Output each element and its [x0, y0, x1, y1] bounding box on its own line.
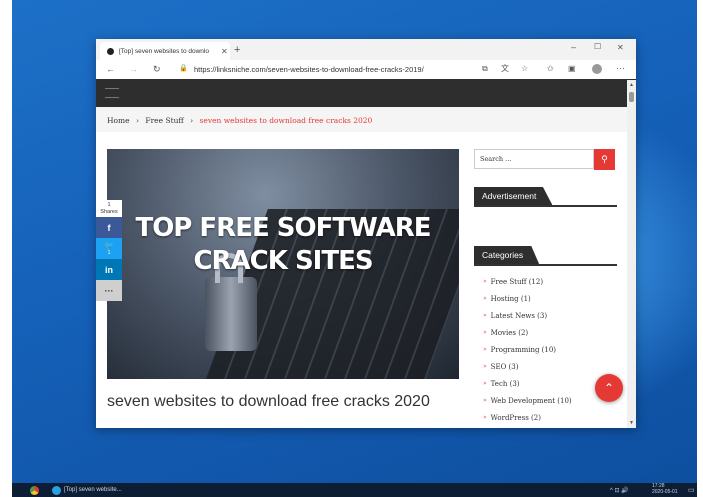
site-favicon-icon	[107, 47, 114, 55]
chevron-right-icon: »	[483, 329, 487, 336]
system-tray-icons[interactable]: ^ ⊡ 🔊	[610, 485, 629, 495]
maximize-icon[interactable]: ☐	[594, 43, 601, 51]
breadcrumb-home[interactable]: Home	[107, 116, 130, 125]
taskbar-window-button[interactable]: [Top] seven website...	[52, 485, 122, 495]
chevron-right-icon: »	[483, 312, 487, 319]
url-field[interactable]: https://linksniche.com/seven-websites-to…	[194, 65, 424, 74]
clock-date: 2020-05-01	[652, 489, 678, 495]
breadcrumb-current: seven websites to download free cracks 2…	[199, 116, 373, 125]
chevron-right-icon: »	[483, 363, 487, 370]
post-title: seven websites to download free cracks 2…	[107, 393, 430, 410]
chrome-taskbar-icon[interactable]	[30, 485, 39, 495]
refresh-icon[interactable]: ↻	[153, 65, 161, 74]
search-button[interactable]: ⚲	[594, 149, 615, 170]
category-item[interactable]: » Free Stuff (12)	[474, 273, 617, 290]
hero-title-line1: TOP FREE SOFTWARE	[135, 213, 431, 243]
more-dots-icon: ···	[104, 285, 114, 296]
category-item[interactable]: » Hosting (1)	[474, 290, 617, 307]
share-label: Shares	[100, 208, 118, 215]
back-icon[interactable]: ←	[106, 65, 115, 74]
facebook-share-button[interactable]: f	[96, 217, 122, 239]
category-item[interactable]: » Latest News (3)	[474, 307, 617, 324]
share-bar: 1 Shares f 🐦 1 in ···	[96, 200, 122, 302]
translate-icon[interactable]: 文	[501, 65, 509, 73]
scroll-up-arrow-icon[interactable]: ▲	[629, 82, 634, 88]
browser-tab[interactable]: [Top] seven websites to downlo ✕	[100, 42, 230, 60]
category-item[interactable]: » Web Development (10)	[474, 392, 617, 409]
search-widget: Search ... ⚲	[474, 149, 617, 171]
chevron-right-icon: »	[483, 346, 487, 353]
twitter-share-count: 1	[107, 250, 111, 257]
share-count: 1	[107, 202, 111, 208]
profile-avatar-icon[interactable]	[592, 64, 602, 74]
chevron-right-icon: »	[483, 380, 487, 387]
chevron-right-icon: »	[483, 295, 487, 302]
twitter-icon: 🐦	[104, 241, 114, 251]
category-item[interactable]: » Programming (10)	[474, 341, 617, 358]
scroll-to-top-button[interactable]: ⌃	[595, 374, 623, 402]
scrollbar-thumb[interactable]	[629, 92, 634, 102]
new-tab-icon[interactable]: +	[234, 45, 240, 56]
favorite-star-icon[interactable]: ☆	[521, 65, 528, 73]
close-window-icon[interactable]: ✕	[617, 44, 624, 52]
notifications-icon[interactable]: ▭	[688, 485, 695, 495]
category-item[interactable]: » WordPress (2)	[474, 409, 617, 426]
advertisement-widget-title: Advertisement	[474, 187, 617, 207]
search-icon: ⚲	[601, 154, 608, 164]
tab-bar: [Top] seven websites to downlo ✕ + – ☐ ✕	[96, 39, 636, 60]
page-scrollbar[interactable]: ▲ ▼	[627, 80, 636, 428]
chevron-right-icon: »	[483, 278, 487, 285]
minimize-icon[interactable]: –	[571, 43, 576, 52]
more-share-button[interactable]: ···	[96, 280, 122, 302]
tab-title: [Top] seven websites to downlo	[119, 47, 209, 55]
padlock-graphic	[205, 253, 257, 351]
taskbar-window-label: [Top] seven website...	[64, 487, 122, 493]
breadcrumb-category[interactable]: Free Stuff	[145, 116, 183, 125]
site-top-nav	[96, 79, 636, 107]
twitter-share-button[interactable]: 🐦 1	[96, 238, 122, 260]
reader-icon[interactable]: ⧉	[482, 65, 488, 73]
facebook-icon: f	[107, 222, 111, 233]
chevron-right-icon: »	[483, 414, 487, 421]
chevron-up-icon: ⌃	[603, 381, 615, 395]
category-item[interactable]: » SEO (3)	[474, 358, 617, 375]
featured-image: TOP FREE SOFTWARE CRACK SITES	[107, 149, 459, 379]
forward-icon[interactable]: →	[129, 65, 138, 74]
taskbar: [Top] seven website... ^ ⊡ 🔊 17:28 2020-…	[12, 483, 697, 497]
more-menu-icon[interactable]: ···	[616, 64, 625, 73]
linkedin-share-button[interactable]: in	[96, 259, 122, 281]
clock[interactable]: 17:28 2020-05-01	[652, 483, 678, 495]
category-item[interactable]: » Movies (2)	[474, 324, 617, 341]
lock-icon: 🔒	[179, 65, 188, 72]
scroll-down-arrow-icon[interactable]: ▼	[629, 420, 634, 426]
search-input[interactable]: Search ...	[474, 149, 594, 169]
categories-widget-title: Categories	[474, 246, 617, 266]
hamburger-menu-icon[interactable]	[105, 88, 119, 98]
address-bar: ← → ↻ 🔒 https://linksniche.com/seven-web…	[96, 60, 636, 80]
collections-icon[interactable]: ▣	[568, 65, 576, 73]
breadcrumb: Home › Free Stuff › seven websites to do…	[107, 116, 373, 125]
chevron-right-icon: »	[483, 397, 487, 404]
tab-close-icon[interactable]: ✕	[221, 47, 228, 56]
linkedin-icon: in	[105, 264, 113, 275]
category-list: » Free Stuff (12) » Hosting (1) » Latest Ne…	[474, 273, 617, 426]
favorites-icon[interactable]: ✩	[547, 65, 554, 73]
edge-icon	[52, 485, 61, 495]
hero-title-line2: CRACK SITES	[193, 246, 373, 276]
